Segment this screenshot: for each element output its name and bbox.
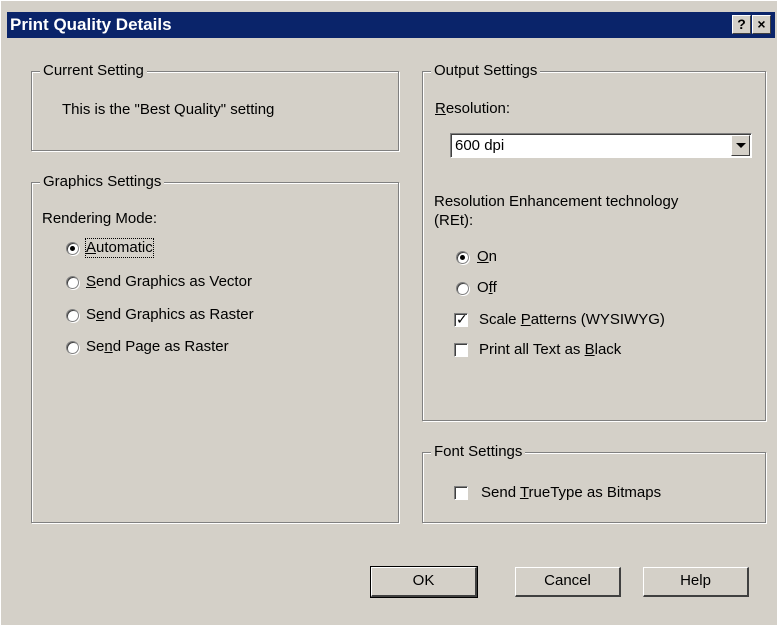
checkbox-send-truetype-bitmaps[interactable]: Send TrueType as Bitmaps <box>454 483 744 503</box>
radio-send-graphics-raster-label: Send Graphics as Raster <box>86 306 254 323</box>
radio-selected-dot <box>70 246 75 251</box>
current-setting-legend: Current Setting <box>40 62 147 80</box>
radio-selected-dot <box>460 255 465 260</box>
question-mark-icon: ? <box>737 16 746 32</box>
resolution-select[interactable]: 600 dpi <box>450 133 752 158</box>
title-bar[interactable]: Print Quality Details ? × <box>7 12 775 38</box>
radio-button[interactable] <box>66 242 79 255</box>
checkbox-box[interactable]: ✓ <box>454 311 468 327</box>
radio-button[interactable] <box>66 341 79 354</box>
radio-ret-on-label: On <box>477 248 498 265</box>
close-icon: × <box>757 16 766 32</box>
chevron-down-icon[interactable] <box>731 135 750 156</box>
help-button[interactable]: Help <box>643 567 749 597</box>
radio-send-graphics-raster[interactable]: Send Graphics as Raster <box>66 306 326 326</box>
dialog-title: Print Quality Details <box>10 15 172 34</box>
radio-button[interactable] <box>456 251 469 264</box>
ret-label-line1: Resolution Enhancement technology <box>434 193 679 210</box>
resolution-label: Resolution: <box>435 100 511 117</box>
current-setting-group: Current Setting This is the "Best Qualit… <box>31 62 399 151</box>
rendering-mode-label: Rendering Mode: <box>42 210 158 227</box>
radio-send-page-raster[interactable]: Send Page as Raster <box>66 338 326 358</box>
resolution-select-value: 600 dpi <box>455 137 505 154</box>
radio-ret-on[interactable]: On <box>456 248 536 268</box>
radio-ret-off[interactable]: Off <box>456 279 536 299</box>
checkbox-print-text-black-label: Print all Text as Black <box>479 341 622 358</box>
close-button[interactable]: × <box>752 15 771 34</box>
radio-ret-off-label: Off <box>477 279 497 296</box>
checkmark-icon: ✓ <box>456 311 468 327</box>
checkbox-send-truetype-bitmaps-label: Send TrueType as Bitmaps <box>481 484 662 501</box>
graphics-settings-group: Graphics Settings Rendering Mode: Automa… <box>31 173 399 523</box>
radio-button[interactable] <box>456 282 469 295</box>
graphics-settings-legend: Graphics Settings <box>40 173 165 191</box>
checkbox-box[interactable] <box>454 486 468 500</box>
checkbox-scale-patterns[interactable]: ✓ Scale Patterns (WYSIWYG) <box>454 310 744 330</box>
checkbox-box[interactable] <box>454 343 468 357</box>
current-setting-text: This is the "Best Quality" setting <box>62 101 275 118</box>
cancel-button[interactable]: Cancel <box>515 567 621 597</box>
print-quality-dialog: Print Quality Details ? × Current Settin… <box>0 0 777 625</box>
ok-button[interactable]: OK <box>370 566 478 598</box>
radio-button[interactable] <box>66 276 79 289</box>
help-question-button[interactable]: ? <box>732 15 751 34</box>
radio-send-graphics-vector[interactable]: Send Graphics as Vector <box>66 273 326 293</box>
font-settings-legend: Font Settings <box>431 443 526 461</box>
radio-send-page-raster-label: Send Page as Raster <box>86 338 229 355</box>
radio-send-graphics-vector-label: Send Graphics as Vector <box>86 273 252 290</box>
radio-automatic-label: Automatic <box>85 238 154 258</box>
output-settings-group: Output Settings Resolution: <box>422 62 766 421</box>
output-settings-legend: Output Settings <box>431 62 541 80</box>
checkbox-print-text-black[interactable]: Print all Text as Black <box>454 340 744 360</box>
checkbox-scale-patterns-label: Scale Patterns (WYSIWYG) <box>479 311 665 328</box>
radio-automatic[interactable]: Automatic <box>66 238 266 259</box>
radio-button[interactable] <box>66 309 79 322</box>
ret-label-line2: (REt): <box>434 212 474 229</box>
